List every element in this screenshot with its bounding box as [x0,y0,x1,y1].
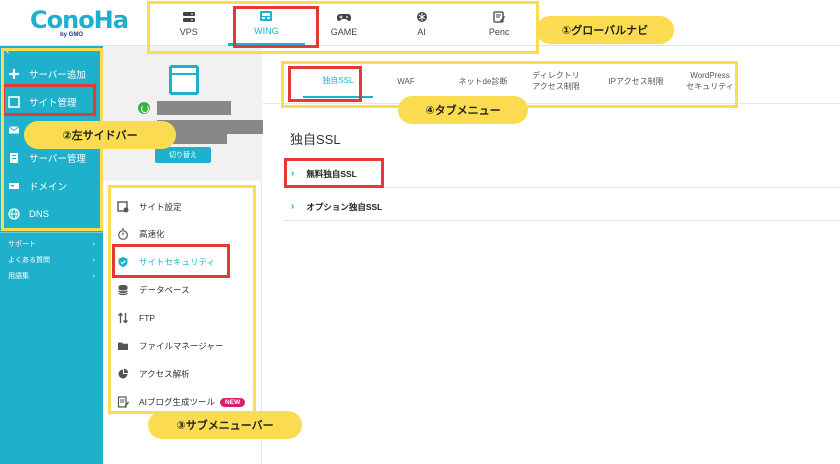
accordion-label: オプション独自SSL [306,201,383,212]
sidebar-link-label: サポート [8,241,36,248]
chevron-right-icon: › [92,272,95,280]
sidebar-link-glossary[interactable]: 用語集 › [0,269,103,283]
sidebar-divider [0,232,103,233]
highlight-free-ssl [284,158,384,188]
chevron-right-icon: › [92,240,95,248]
frame-global-nav [147,1,539,54]
power-status-icon [138,102,150,114]
sidebar-link-faq[interactable]: よくある質問 › [0,253,103,267]
logo-subtitle: by GMO [60,32,84,38]
switch-server-button[interactable]: 切り替え [155,147,211,163]
page-title: 独自SSL [290,132,341,147]
accordion-option-ssl[interactable]: › オプション独自SSL [283,193,840,221]
conoha-logo[interactable]: ConoHa [30,6,129,34]
callout-left-sidebar: ②左サイドバー [24,121,176,149]
sidebar-link-support[interactable]: サポート › [0,237,103,251]
chevron-right-icon: › [291,201,295,212]
redacted-server-name [157,101,231,115]
server-window-icon [169,65,199,95]
callout-tab-menu: ④タブメニュー [398,96,528,124]
sidebar-link-label: よくある質問 [8,257,50,264]
callout-global-nav: ①グローバルナビ [536,16,674,44]
sidebar-link-label: 用語集 [8,273,29,280]
callout-sub-menu: ③サブメニューバー [148,411,302,439]
frame-sub-menu [108,185,256,414]
chevron-right-icon: › [92,256,95,264]
server-panel: 切り替え [103,46,263,181]
conoha-control-panel: ConoHa by GMO VPS WING GAME AI Penc ‹ サー… [0,0,840,464]
